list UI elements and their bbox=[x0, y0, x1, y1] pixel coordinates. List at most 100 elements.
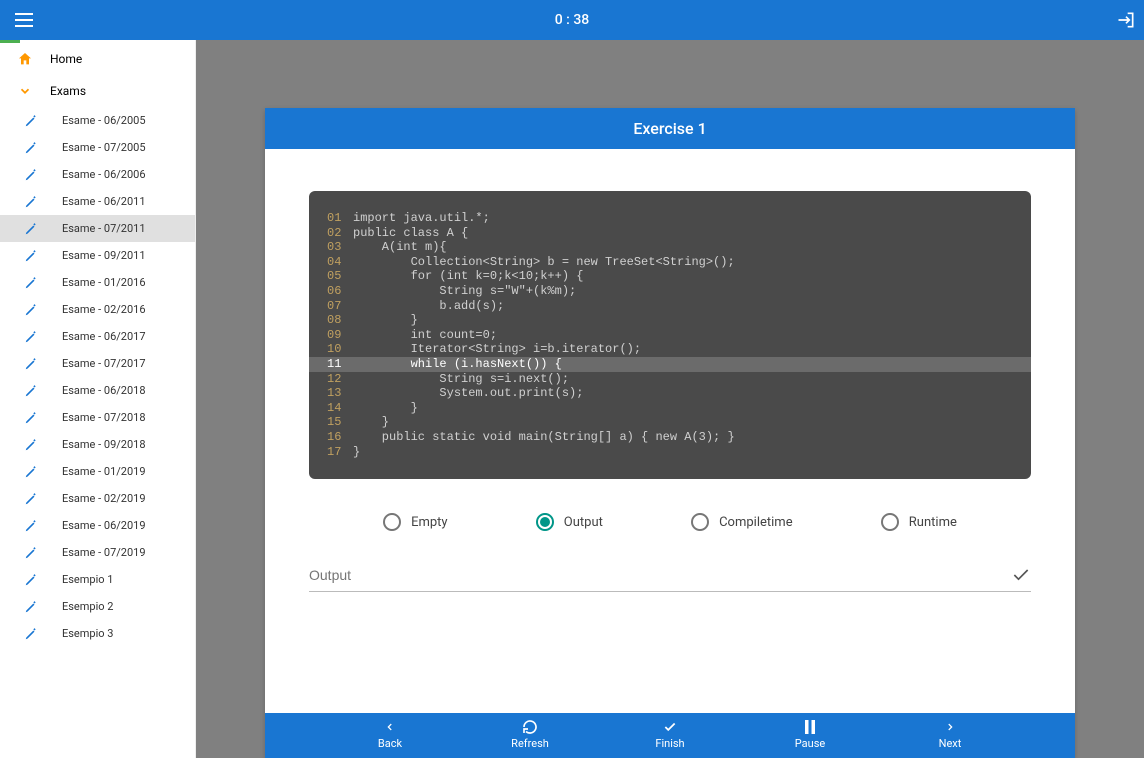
pencil-icon bbox=[20, 519, 42, 533]
code-line: 11 while (i.hasNext()) { bbox=[309, 357, 1031, 372]
radio-option[interactable]: Runtime bbox=[881, 513, 957, 531]
code-line: 09 int count=0; bbox=[309, 328, 1031, 343]
button-label: Refresh bbox=[511, 737, 549, 750]
hamburger-icon bbox=[15, 13, 33, 27]
pencil-icon bbox=[20, 600, 42, 614]
sidebar-item-exam[interactable]: Esame - 06/2006 bbox=[0, 161, 195, 188]
pencil-icon bbox=[20, 249, 42, 263]
button-label: Finish bbox=[655, 737, 684, 750]
code-line: 15 } bbox=[309, 415, 1031, 430]
code-line: 16 public static void main(String[] a) {… bbox=[309, 430, 1031, 445]
sidebar-item-exam[interactable]: Esame - 07/2019 bbox=[0, 539, 195, 566]
chevron-right-icon bbox=[945, 719, 955, 735]
code-line: 17} bbox=[309, 445, 1031, 460]
check-icon bbox=[662, 719, 678, 735]
sidebar-item-exam[interactable]: Esame - 02/2019 bbox=[0, 485, 195, 512]
sidebar-item-label: Esame - 06/2019 bbox=[62, 519, 146, 532]
sidebar-item-exam[interactable]: Esame - 06/2017 bbox=[0, 323, 195, 350]
top-bar: 0 : 38 bbox=[0, 0, 1144, 40]
submit-check[interactable] bbox=[1011, 565, 1031, 585]
sidebar-item-label: Esame - 06/2005 bbox=[62, 114, 146, 127]
code-line: 14 } bbox=[309, 401, 1031, 416]
answer-options: Empty Output Compiletime Runtime bbox=[309, 513, 1031, 531]
refresh-button[interactable]: Refresh bbox=[505, 719, 555, 750]
output-row bbox=[309, 565, 1031, 592]
next-button[interactable]: Next bbox=[925, 719, 975, 750]
radio-label: Output bbox=[564, 515, 603, 530]
button-label: Back bbox=[378, 737, 402, 750]
sidebar-item-exam[interactable]: Esame - 06/2005 bbox=[0, 107, 195, 134]
sidebar-item-label: Esame - 09/2011 bbox=[62, 249, 146, 262]
bottom-bar: Back Refresh Finish Pause Next bbox=[265, 713, 1075, 758]
sidebar-item-label: Esame - 06/2018 bbox=[62, 384, 146, 397]
exercise-card: Exercise 1 01import java.util.*;02public… bbox=[265, 108, 1075, 758]
sidebar-item-exam[interactable]: Esame - 06/2011 bbox=[0, 188, 195, 215]
pencil-icon bbox=[20, 303, 42, 317]
radio-circle-icon bbox=[691, 513, 709, 531]
sidebar-item-label: Esempio 1 bbox=[62, 573, 113, 586]
sidebar-item-label: Esame - 07/2018 bbox=[62, 411, 146, 424]
pencil-icon bbox=[20, 627, 42, 641]
radio-circle-icon bbox=[536, 513, 554, 531]
radio-circle-icon bbox=[881, 513, 899, 531]
sidebar-item-label: Esame - 01/2016 bbox=[62, 276, 146, 289]
radio-label: Compiletime bbox=[719, 515, 793, 530]
pencil-icon bbox=[20, 330, 42, 344]
sidebar-item-label: Esame - 06/2017 bbox=[62, 330, 146, 343]
check-icon bbox=[1011, 565, 1031, 585]
sidebar-item-exams[interactable]: Exams bbox=[0, 75, 195, 107]
pencil-icon bbox=[20, 357, 42, 371]
sidebar-item-label: Esame - 07/2017 bbox=[62, 357, 146, 370]
sidebar-item-exam[interactable]: Esame - 07/2005 bbox=[0, 134, 195, 161]
radio-option[interactable]: Compiletime bbox=[691, 513, 793, 531]
sidebar-item-exam[interactable]: Esame - 06/2019 bbox=[0, 512, 195, 539]
pencil-icon bbox=[20, 114, 42, 128]
pencil-icon bbox=[20, 222, 42, 236]
code-line: 05 for (int k=0;k<10;k++) { bbox=[309, 269, 1031, 284]
output-input[interactable] bbox=[309, 567, 1011, 583]
sidebar-item-exam[interactable]: Esempio 2 bbox=[0, 593, 195, 620]
sidebar-item-exam[interactable]: Esame - 07/2018 bbox=[0, 404, 195, 431]
sidebar-item-exam[interactable]: Esempio 3 bbox=[0, 620, 195, 647]
sidebar-item-exam[interactable]: Esame - 07/2017 bbox=[0, 350, 195, 377]
pencil-icon bbox=[20, 546, 42, 560]
pencil-icon bbox=[20, 384, 42, 398]
back-button[interactable]: Back bbox=[365, 719, 415, 750]
sidebar-item-label: Esame - 07/2005 bbox=[62, 141, 146, 154]
pencil-icon bbox=[20, 492, 42, 506]
radio-circle-icon bbox=[383, 513, 401, 531]
refresh-icon bbox=[522, 719, 538, 735]
code-line: 12 String s=i.next(); bbox=[309, 372, 1031, 387]
radio-label: Runtime bbox=[909, 515, 957, 530]
sidebar-item-exam[interactable]: Esempio 1 bbox=[0, 566, 195, 593]
code-line: 07 b.add(s); bbox=[309, 299, 1031, 314]
sidebar-item-exam[interactable]: Esame - 07/2011 bbox=[0, 215, 195, 242]
sidebar-item-exam[interactable]: Esame - 01/2016 bbox=[0, 269, 195, 296]
pencil-icon bbox=[20, 465, 42, 479]
code-line: 10 Iterator<String> i=b.iterator(); bbox=[309, 342, 1031, 357]
sidebar-item-label: Esempio 2 bbox=[62, 600, 113, 613]
button-label: Next bbox=[939, 737, 962, 750]
sidebar-item-exam[interactable]: Esame - 09/2018 bbox=[0, 431, 195, 458]
pause-button[interactable]: Pause bbox=[785, 719, 835, 750]
code-line: 04 Collection<String> b = new TreeSet<St… bbox=[309, 255, 1031, 270]
sidebar-item-home[interactable]: Home bbox=[0, 43, 195, 75]
radio-option[interactable]: Output bbox=[536, 513, 603, 531]
exit-button[interactable] bbox=[1116, 10, 1136, 30]
pencil-icon bbox=[20, 168, 42, 182]
sidebar-item-label: Esame - 01/2019 bbox=[62, 465, 146, 478]
sidebar-item-label: Esame - 07/2011 bbox=[62, 222, 146, 235]
code-line: 13 System.out.print(s); bbox=[309, 386, 1031, 401]
pencil-icon bbox=[20, 141, 42, 155]
pencil-icon bbox=[20, 276, 42, 290]
pencil-icon bbox=[20, 411, 42, 425]
sidebar-item-exam[interactable]: Esame - 01/2019 bbox=[0, 458, 195, 485]
sidebar-item-exam[interactable]: Esame - 06/2018 bbox=[0, 377, 195, 404]
menu-button[interactable] bbox=[0, 13, 48, 27]
sidebar-item-label: Esempio 3 bbox=[62, 627, 113, 640]
sidebar-item-exam[interactable]: Esame - 02/2016 bbox=[0, 296, 195, 323]
finish-button[interactable]: Finish bbox=[645, 719, 695, 750]
timer: 0 : 38 bbox=[555, 12, 590, 28]
radio-option[interactable]: Empty bbox=[383, 513, 448, 531]
sidebar-item-exam[interactable]: Esame - 09/2011 bbox=[0, 242, 195, 269]
